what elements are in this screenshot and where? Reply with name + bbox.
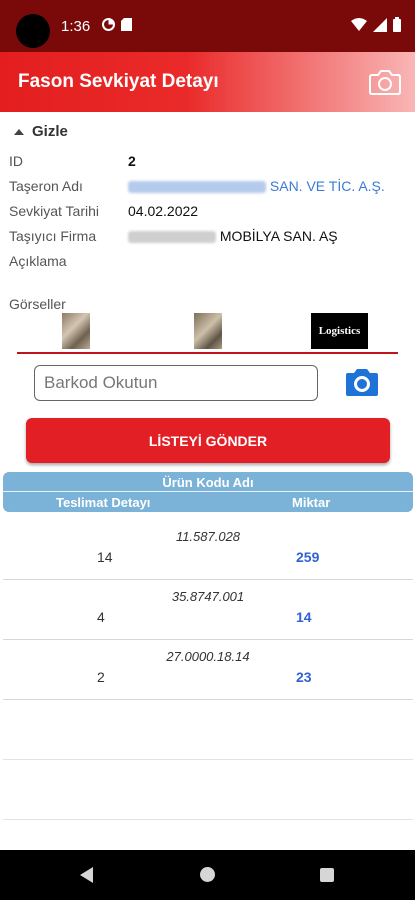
shipment-photo-thumbnail[interactable] — [62, 313, 90, 349]
shipment-date-label: Sevkiyat Tarihi — [9, 203, 100, 219]
empty-table-row — [3, 760, 413, 820]
recent-apps-icon[interactable] — [320, 868, 334, 882]
delivery-detail: 4 — [97, 609, 105, 625]
delivery-detail-header: Teslimat Detayı — [56, 495, 151, 510]
carrier-label: Taşıyıcı Firma — [9, 228, 97, 244]
product-code: 35.8747.001 — [171, 589, 245, 604]
home-icon[interactable] — [200, 867, 215, 882]
shipment-date-value: 04.02.2022 — [128, 203, 199, 219]
product-code: 11.587.028 — [175, 529, 241, 544]
delivery-detail: 2 — [97, 669, 105, 685]
status-bar: 1:36 — [0, 0, 415, 52]
quantity: 23 — [296, 669, 312, 685]
camera-icon[interactable] — [369, 68, 401, 96]
sd-card-icon — [121, 18, 132, 31]
logistics-logo-thumbnail[interactable]: Logistics — [311, 313, 368, 349]
front-camera-cutout — [16, 14, 50, 48]
send-list-button[interactable]: LİSTEYİ GÖNDER — [26, 418, 390, 463]
product-code: 27.0000.18.14 — [166, 649, 250, 664]
section-divider — [17, 352, 398, 354]
product-code-header: Ürün Kodu Adı — [162, 475, 254, 490]
id-label: ID — [9, 153, 23, 169]
navigation-bar — [0, 850, 415, 900]
app-bar: Fason Sevkiyat Detayı — [0, 52, 415, 112]
carrier-value-text: MOBİLYA SAN. AŞ — [219, 228, 338, 244]
hide-toggle-label: Gizle — [32, 123, 68, 140]
notification-icons — [102, 18, 132, 31]
carrier-value: MOBİLYA SAN. AŞ — [128, 228, 338, 244]
table-row[interactable]: 27.0000.18.14 2 23 — [3, 640, 413, 700]
id-value: 2 — [128, 153, 136, 169]
page-title: Fason Sevkiyat Detayı — [18, 71, 219, 92]
table-header: Ürün Kodu Adı Teslimat Detayı Miktar — [3, 472, 413, 512]
barcode-input[interactable] — [34, 365, 318, 401]
data-saver-icon — [102, 18, 115, 31]
table-row[interactable]: 11.587.028 14 259 — [3, 520, 413, 580]
subcontractor-value-text: SAN. VE TİC. A.Ş. — [269, 178, 385, 194]
shipment-photo-thumbnail[interactable] — [194, 313, 222, 349]
delivery-detail: 14 — [97, 549, 113, 565]
table-row[interactable]: 35.8747.001 4 14 — [3, 580, 413, 640]
redacted-text — [128, 231, 216, 244]
scan-camera-icon[interactable] — [345, 367, 379, 397]
back-icon[interactable] — [80, 867, 93, 883]
description-label: Açıklama — [9, 253, 67, 269]
header-divider — [3, 491, 413, 492]
status-time: 1:36 — [61, 18, 91, 35]
collapse-arrow-icon — [14, 128, 24, 135]
signal-icon — [373, 17, 387, 32]
system-icons — [351, 17, 401, 32]
quantity-header: Miktar — [292, 495, 331, 510]
empty-table-row — [3, 700, 413, 760]
subcontractor-label: Taşeron Adı — [9, 178, 83, 194]
images-label: Görseller — [9, 296, 66, 312]
quantity: 259 — [296, 549, 320, 565]
wifi-icon — [351, 18, 367, 31]
redacted-text — [128, 181, 266, 194]
subcontractor-value[interactable]: SAN. VE TİC. A.Ş. — [128, 178, 385, 194]
hide-toggle[interactable]: Gizle — [14, 123, 68, 140]
battery-icon — [393, 17, 401, 32]
quantity: 14 — [296, 609, 312, 625]
logistics-logo-text: Logistics — [318, 325, 361, 337]
